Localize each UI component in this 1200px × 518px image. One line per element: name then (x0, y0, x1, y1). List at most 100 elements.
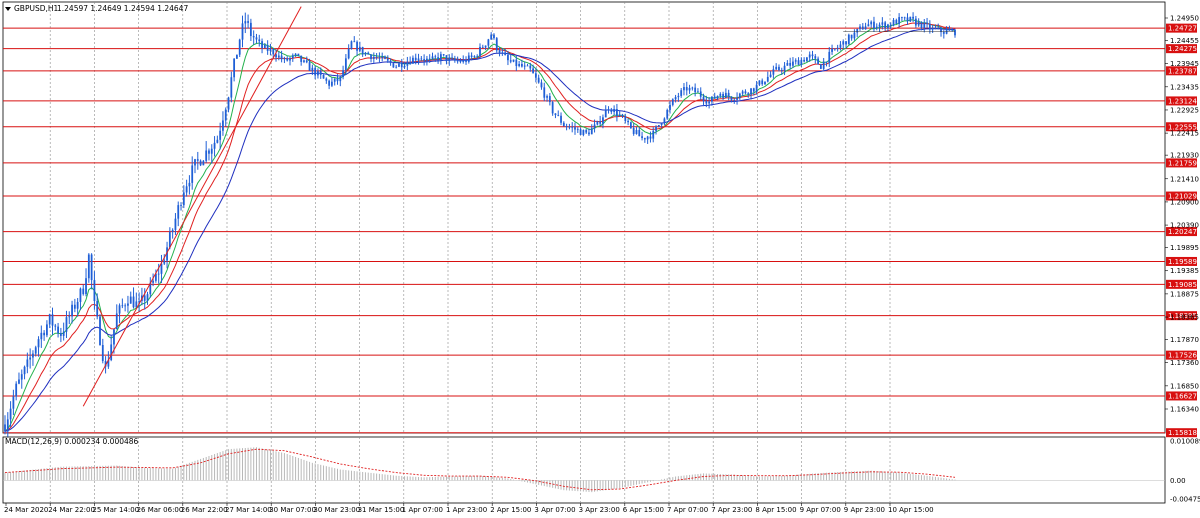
candle-body (895, 19, 898, 24)
candle-body (702, 96, 705, 102)
price-level-label: 1.23787 (1168, 67, 1197, 75)
candle-body (901, 17, 903, 18)
time-tick-label: 2 Apr 15:00 (490, 506, 531, 514)
candle-body (588, 132, 590, 135)
time-tick-label: 6 Apr 15:00 (623, 506, 664, 514)
candle-body (277, 55, 280, 58)
candle-body (741, 91, 744, 94)
candle-body (705, 101, 708, 104)
candle-body (59, 333, 62, 336)
candle-body (778, 66, 780, 70)
candle-body (135, 301, 138, 308)
candle-body (420, 58, 423, 60)
candle-body (484, 45, 487, 48)
candle-body (792, 61, 794, 66)
candle-body (73, 304, 76, 309)
candle-body (610, 109, 613, 112)
candle-body (898, 17, 901, 24)
candle-body (426, 58, 428, 61)
candle-body (674, 97, 677, 100)
candle-body (733, 99, 736, 101)
candle-body (931, 27, 934, 30)
candle-body (629, 122, 632, 129)
time-tick-label: 24 Mar 22:00 (48, 506, 95, 514)
time-tick-label: 25 Mar 14:00 (92, 506, 139, 514)
candle-body (724, 92, 727, 98)
candle-body (481, 46, 484, 48)
candle-body (375, 56, 378, 58)
candle-body (417, 58, 420, 61)
candle-body (319, 71, 322, 75)
candle-body (356, 41, 358, 51)
candle-body (403, 65, 406, 68)
candle-body (501, 52, 504, 54)
candle-body (574, 127, 576, 130)
candle-body (671, 99, 674, 105)
candle-body (677, 95, 680, 98)
candle-body (118, 305, 121, 314)
time-tick-label: 1 Apr 23:00 (446, 506, 487, 514)
candle-body (479, 46, 481, 57)
candle-body (465, 59, 467, 62)
candle-body (467, 55, 470, 62)
candle-body (328, 80, 331, 86)
candle-body (940, 27, 942, 33)
candle-body (616, 109, 618, 116)
candle-body (845, 41, 847, 45)
candle-body (378, 57, 381, 59)
time-tick-label: 9 Apr 23:00 (844, 506, 885, 514)
trading-chart[interactable]: 1.247271.242751.237871.231241.225551.217… (0, 0, 1200, 518)
price-tick-label: 1.24950 (1170, 15, 1199, 23)
price-tick-label: 1.24455 (1170, 37, 1199, 45)
candle-body (308, 62, 311, 71)
candle-body (23, 366, 26, 375)
candle-body (182, 192, 185, 206)
price-tick-label: 1.20900 (1170, 198, 1199, 206)
candle-body (747, 93, 750, 95)
candle-body (532, 68, 534, 74)
candle-body (713, 96, 716, 99)
candle-body (811, 54, 814, 57)
candle-body (593, 124, 596, 129)
price-tick-label: 1.17870 (1170, 336, 1199, 344)
candle-body (286, 58, 289, 61)
candle-body (685, 87, 688, 91)
candle-body (926, 22, 928, 24)
price-level-label: 1.19589 (1168, 258, 1197, 266)
candle-body (604, 109, 607, 118)
candle-body (249, 22, 252, 37)
time-tick-label: 7 Apr 07:00 (667, 506, 708, 514)
candle-body (607, 109, 610, 111)
candle-body (68, 316, 71, 318)
candle-body (15, 383, 18, 397)
time-tick-label: 30 Mar 23:00 (313, 506, 360, 514)
candle-body (769, 74, 772, 77)
candle-body (129, 296, 132, 304)
time-tick-label: 3 Apr 07:00 (534, 506, 575, 514)
candle-body (32, 353, 34, 358)
candle-body (906, 17, 909, 22)
candle-body (909, 16, 912, 22)
candle-body (297, 53, 300, 56)
candle-body (171, 229, 174, 233)
candle-body (303, 60, 305, 62)
candle-body (669, 104, 671, 110)
candle-body (660, 123, 663, 125)
candle-body (26, 359, 29, 367)
candle-body (543, 87, 546, 98)
candle-body (803, 59, 806, 62)
candle-body (914, 18, 917, 26)
candle-body (132, 296, 135, 308)
candle-body (590, 128, 593, 135)
candle-body (384, 56, 386, 59)
candle-body (459, 60, 462, 63)
macd-tick-label: 0.010089 (1170, 438, 1200, 446)
candle-body (657, 124, 660, 127)
price-tick-label: 1.19385 (1170, 267, 1199, 275)
candle-body (336, 78, 339, 82)
candle-body (364, 52, 367, 55)
candle-body (596, 121, 599, 125)
candle-body (853, 32, 856, 39)
candle-body (490, 34, 493, 40)
symbol-label: GBPUSD,H1 (14, 4, 59, 13)
